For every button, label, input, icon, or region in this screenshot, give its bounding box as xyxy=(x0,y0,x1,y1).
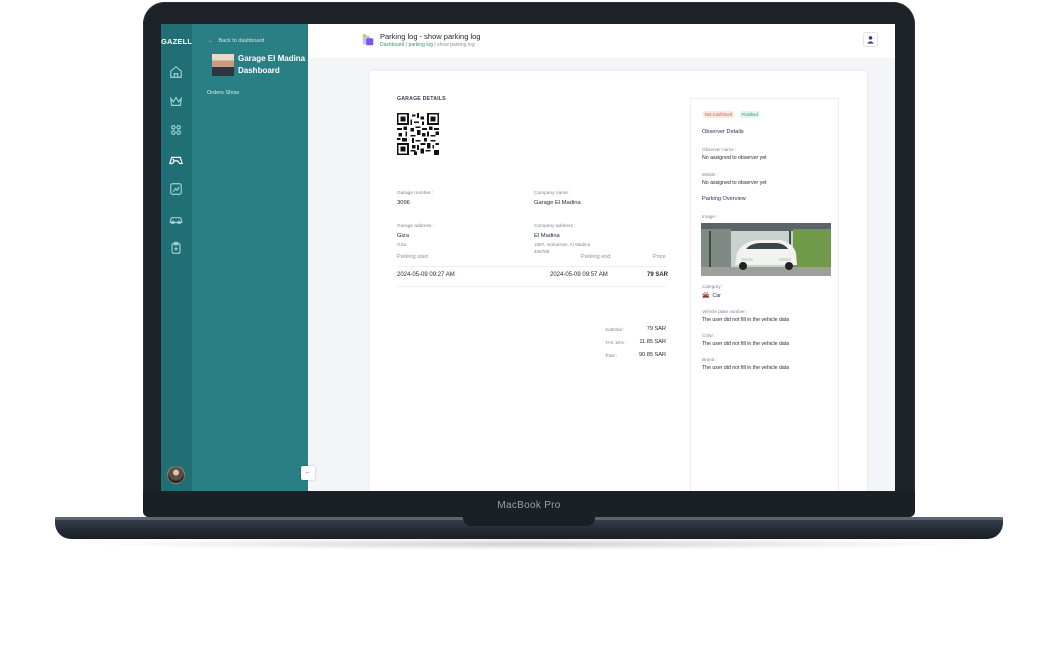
garage-address-sub: Giza xyxy=(397,242,407,247)
category-row: 🚘 Car xyxy=(702,292,721,300)
brand-label: Brand : xyxy=(702,357,717,362)
tax-label: TAX 15% : xyxy=(605,340,627,345)
parking-log-icon xyxy=(362,34,374,46)
company-address-value: El Madina xyxy=(534,233,560,239)
chart-icon[interactable] xyxy=(169,182,183,196)
page-header: Parking log - show parking log Dashboard… xyxy=(308,24,895,58)
color-value: The user did not fill in the vehicle dat… xyxy=(702,341,790,347)
category-value: Car xyxy=(712,292,721,299)
menu-item-orders-show[interactable]: Orders Show xyxy=(207,90,239,96)
plate-value: The user did not fill in the vehicle dat… xyxy=(702,317,790,323)
page-title: Parking log - show parking log xyxy=(380,32,481,41)
mobile-value: No assigned to observer yet xyxy=(702,180,767,186)
col-parking-start: Parking start xyxy=(397,254,428,260)
breadcrumb-dashboard[interactable]: Dashboard xyxy=(380,42,404,48)
total-value: 90.85 SAR xyxy=(638,352,666,358)
observer-name-value: No assigned to observer yet xyxy=(702,155,767,161)
car-photo-illustration xyxy=(701,223,831,276)
garage-address-value: Giza xyxy=(397,233,409,239)
laptop-shadow xyxy=(80,538,978,550)
row-parking-start: 2024-05-09 09:27 AM xyxy=(397,272,455,278)
icon-rail: GAZELLE xyxy=(161,24,197,491)
brand-value: The user did not fill in the vehicle dat… xyxy=(702,365,790,371)
company-address-label: Company address : xyxy=(534,224,576,229)
breadcrumb-current: show parking log xyxy=(437,42,475,48)
garage-details-title: GARAGE DETAILS xyxy=(397,96,446,102)
observer-details-title: Observer Details xyxy=(702,129,744,135)
breadcrumb: Dashboard | parking log | show parking l… xyxy=(380,42,475,48)
garage-number-value: 3096 xyxy=(397,200,410,206)
laptop-notch xyxy=(463,517,595,526)
parking-log-card: GARAGE DETAILS Garage number: 3096 Comp… xyxy=(370,71,867,491)
details-side-panel: Not Confirmed Finished Observer Details … xyxy=(690,98,839,491)
company-address-line1: 155T, moharram, Al Madina xyxy=(534,242,591,247)
app-logo[interactable]: GAZELLE xyxy=(161,37,197,46)
user-avatar[interactable] xyxy=(167,466,185,484)
subtotal-label: Subtotal : xyxy=(605,327,625,332)
mobile-label: Mobile : xyxy=(702,172,719,177)
users-icon[interactable] xyxy=(169,123,183,137)
back-to-dashboard-link[interactable]: ← Back to dashboard xyxy=(208,38,264,44)
company-address-line2: 456789 xyxy=(534,249,550,254)
row-price: 79 SAR xyxy=(647,272,669,278)
plate-label: Vehicle plate number : xyxy=(702,309,748,314)
observer-name-label: Observer name : xyxy=(702,147,737,152)
table-divider xyxy=(397,286,666,287)
clipboard-icon[interactable] xyxy=(169,241,183,255)
table-divider xyxy=(397,266,666,267)
total-label: Total : xyxy=(605,353,618,358)
collapse-sidebar-button[interactable]: ← xyxy=(301,466,315,480)
status-badge-finished: Finished xyxy=(740,111,760,118)
user-menu-button[interactable] xyxy=(863,32,878,47)
app-screen: GAZELLE ← Back to dashboard Garage El Ma… xyxy=(161,24,895,491)
vehicle-photo[interactable] xyxy=(701,223,831,276)
parking-overview-title: Parking Overview xyxy=(702,196,746,202)
arrow-left-icon: ← xyxy=(208,38,214,44)
car-icon[interactable] xyxy=(169,212,183,226)
row-parking-end: 2024-05-09 09:57 AM xyxy=(550,272,608,278)
col-parking-end: Parking end xyxy=(581,254,611,260)
mockup-stage: MacBook Pro GAZELLE ← Back to dashboard … xyxy=(0,0,1058,659)
color-label: Color : xyxy=(702,333,716,338)
context-panel: ← Back to dashboard Garage El Madina Das… xyxy=(192,24,308,491)
garage-avatar xyxy=(212,54,234,76)
image-label: Image : xyxy=(702,214,718,219)
tax-value: 11.85 SAR xyxy=(639,339,666,345)
garage-number-label: Garage number : xyxy=(397,191,434,196)
device-label: MacBook Pro xyxy=(497,500,561,511)
qr-code xyxy=(397,113,439,155)
subtotal-value: 79 SAR xyxy=(646,326,666,332)
panel-title: Garage El Madina Dashboard xyxy=(238,54,306,75)
crown-icon[interactable] xyxy=(169,94,183,108)
col-price: Price xyxy=(653,254,666,260)
status-badge-not-confirmed: Not Confirmed xyxy=(703,111,734,118)
back-to-dashboard-label: Back to dashboard xyxy=(218,38,265,44)
company-name-label: Company name : xyxy=(534,191,571,196)
home-icon[interactable] xyxy=(169,65,183,79)
user-icon xyxy=(867,36,874,44)
category-label: Category : xyxy=(702,284,724,289)
garage-address-label: Garage address : xyxy=(397,224,435,229)
breadcrumb-parking-log[interactable]: parking log xyxy=(409,42,433,48)
car-icon: 🚘 xyxy=(702,293,710,299)
gamepad-icon[interactable] xyxy=(169,153,183,167)
company-name-value: Garage El Madina xyxy=(534,200,581,206)
